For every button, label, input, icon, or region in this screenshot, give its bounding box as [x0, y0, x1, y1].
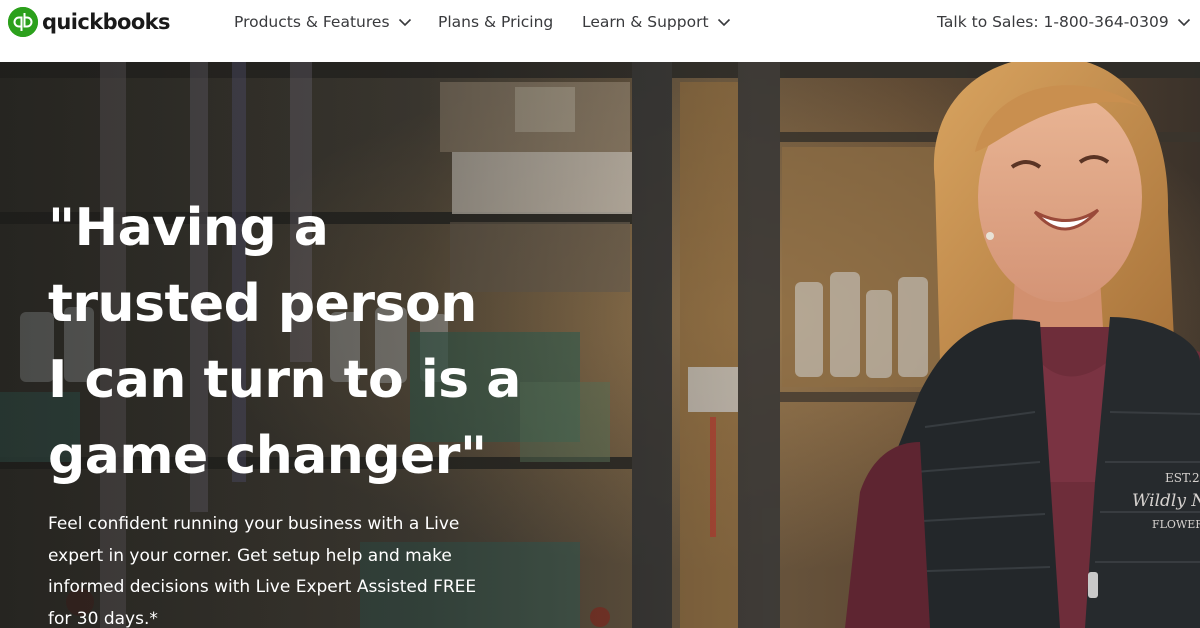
chevron-down-icon	[1177, 15, 1191, 29]
hero-headline-line-1: "Having a	[48, 198, 329, 258]
nav-learn-support-label: Learn & Support	[582, 13, 709, 31]
vest-embroidery-est: EST.2	[1165, 471, 1200, 485]
nav-talk-to-sales[interactable]: Talk to Sales: 1-800-364-0309	[937, 12, 1191, 32]
hero-subtext: Feel confident running your business wit…	[48, 514, 477, 628]
vest-embroidery-name: Wildly N	[1132, 491, 1200, 511]
hero-headline: "Having a trusted person I can turn to i…	[48, 190, 608, 494]
nav-products-features-label: Products & Features	[234, 13, 390, 31]
quickbooks-logo-icon	[8, 7, 38, 37]
hero-headline-line-3: I can turn to is a	[48, 350, 521, 410]
quickbooks-wordmark: quickbooks	[42, 10, 171, 34]
top-navigation: quickbooks Products & Features Plans & P…	[0, 0, 1200, 62]
hero-section: EST.2 Wildly N FLOWER "Having a trusted …	[0, 62, 1200, 628]
nav-talk-to-sales-label: Talk to Sales: 1-800-364-0309	[937, 13, 1169, 31]
vest-embroidery-flower: FLOWER	[1152, 518, 1200, 531]
nav-plans-pricing-label: Plans & Pricing	[438, 13, 554, 31]
chevron-down-icon	[398, 15, 412, 29]
hero-headline-line-2: trusted person	[48, 274, 477, 334]
nav-plans-pricing[interactable]: Plans & Pricing	[438, 12, 553, 32]
quickbooks-logo[interactable]: quickbooks	[8, 7, 171, 37]
nav-products-features[interactable]: Products & Features	[234, 12, 412, 32]
chevron-down-icon	[717, 15, 731, 29]
nav-learn-support[interactable]: Learn & Support	[582, 12, 731, 32]
hero-headline-line-4: game changer"	[48, 426, 487, 486]
